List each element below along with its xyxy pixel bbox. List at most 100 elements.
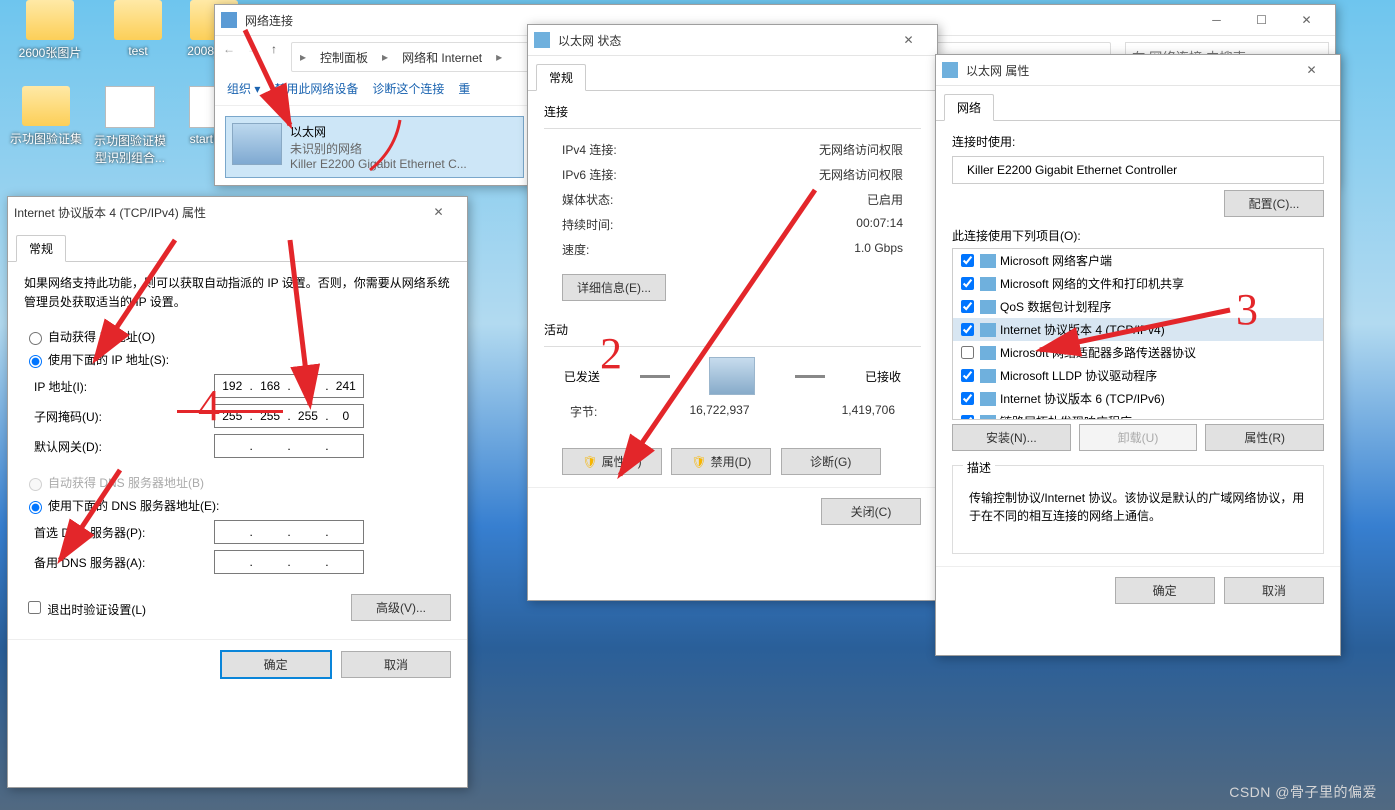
label-uses: 连接时使用: (952, 133, 1324, 150)
label-sent: 已发送 (564, 368, 600, 385)
advanced-button[interactable]: 高级(V)... (351, 594, 451, 621)
radio-auto-dns (29, 478, 42, 491)
value-ipv6: 无网络访问权限 (819, 166, 903, 183)
uninstall-button[interactable]: 卸载(U) (1079, 424, 1198, 451)
label-bytes: 字节: (570, 403, 597, 420)
protocols-list[interactable]: Microsoft 网络客户端Microsoft 网络的文件和打印机共享QoS … (952, 248, 1324, 420)
label-mask: 子网掩码(U): (24, 408, 214, 425)
adapter-desc: Killer E2200 Gigabit Ethernet C... (290, 157, 467, 171)
dns1-input[interactable]: ... (214, 520, 364, 544)
protocol-item[interactable]: Internet 协议版本 6 (TCP/IPv6) (953, 387, 1323, 410)
toolbar-diagnose[interactable]: 诊断这个连接 (372, 80, 444, 97)
label-dns2: 备用 DNS 服务器(A): (24, 554, 214, 571)
label-gateway: 默认网关(D): (24, 438, 214, 455)
label-ipv6: IPv6 连接: (562, 166, 617, 183)
mask-input[interactable]: 255.255.255.0 (214, 404, 364, 428)
ethernet-icon (232, 123, 282, 165)
window-ipv4-properties: Internet 协议版本 4 (TCP/IPv4) 属性 ✕ 常规 如果网络支… (7, 196, 468, 788)
disable-button[interactable]: 🛡禁用(D) (671, 448, 771, 475)
ethernet-adapter-card[interactable]: 以太网 未识别的网络 Killer E2200 Gigabit Ethernet… (225, 116, 524, 178)
value-media: 已启用 (867, 191, 903, 208)
network-icon (221, 12, 237, 28)
ethernet-icon (534, 32, 550, 48)
protocol-item[interactable]: QoS 数据包计划程序 (953, 295, 1323, 318)
label-auto-ip: 自动获得 IP 地址(O) (48, 328, 155, 345)
activity-icon (709, 357, 755, 395)
protocol-item[interactable]: Microsoft 网络客户端 (953, 249, 1323, 272)
tab-general[interactable]: 常规 (16, 235, 66, 262)
description-text: 传输控制协议/Internet 协议。该协议是默认的广域网络协议，用于在不同的相… (961, 481, 1315, 545)
close-button[interactable]: ✕ (416, 201, 461, 223)
install-button[interactable]: 安装(N)... (952, 424, 1071, 451)
minimize-button[interactable]: ─ (1194, 9, 1239, 31)
desktop-icon[interactable]: 示功图验证集 (8, 86, 84, 147)
section-activity: 活动 (544, 321, 921, 338)
value-bytes-recv: 1,419,706 (842, 403, 895, 420)
configure-button[interactable]: 配置(C)... (1224, 190, 1324, 217)
value-bytes-sent: 16,722,937 (597, 403, 841, 420)
desktop-icon[interactable]: 2600张图片 (12, 0, 88, 61)
radio-auto-ip[interactable] (29, 332, 42, 345)
cancel-button[interactable]: 取消 (1224, 577, 1324, 604)
label-recv: 已接收 (865, 368, 901, 385)
watermark: CSDN @骨子里的偏爱 (1229, 782, 1377, 802)
radio-use-dns[interactable] (29, 501, 42, 514)
ok-button[interactable]: 确定 (220, 650, 332, 679)
label-items: 此连接使用下列项目(O): (952, 227, 1324, 244)
gateway-input[interactable]: ... (214, 434, 364, 458)
adapter-name: 以太网 (290, 123, 467, 140)
validate-checkbox[interactable]: 退出时验证设置(L) (24, 598, 146, 618)
close-button[interactable]: ✕ (886, 29, 931, 51)
window-title: 以太网 属性 (966, 62, 1289, 79)
tab-network[interactable]: 网络 (944, 94, 994, 121)
close-button[interactable]: ✕ (1289, 59, 1334, 81)
desktop-icon[interactable]: 示功图验证模 型识别组合... (92, 86, 168, 166)
desktop-icon[interactable]: test (100, 0, 176, 58)
protocol-item[interactable]: Microsoft 网络适配器多路传送器协议 (953, 341, 1323, 364)
label-ipv4: IPv4 连接: (562, 141, 617, 158)
protocol-item[interactable]: Internet 协议版本 4 (TCP/IPv4) (953, 318, 1323, 341)
tab-general[interactable]: 常规 (536, 64, 586, 91)
nav-forward-button[interactable]: → (243, 36, 263, 72)
ethernet-icon (942, 62, 958, 78)
label-duration: 持续时间: (562, 216, 613, 233)
ip-input[interactable]: 192.168.0.241 (214, 374, 364, 398)
maximize-button[interactable]: ☐ (1239, 9, 1284, 31)
label-ip: IP 地址(I): (24, 378, 214, 395)
close-dialog-button[interactable]: 关闭(C) (821, 498, 921, 525)
value-speed: 1.0 Gbps (854, 241, 903, 258)
radio-use-ip[interactable] (29, 355, 42, 368)
label-auto-dns: 自动获得 DNS 服务器地址(B) (48, 474, 204, 491)
cancel-button[interactable]: 取消 (341, 651, 451, 678)
nav-back-button[interactable]: ← (215, 36, 243, 72)
label-dns1: 首选 DNS 服务器(P): (24, 524, 214, 541)
toolbar-disable[interactable]: 禁用此网络设备 (274, 80, 358, 97)
window-ethernet-status: 以太网 状态 ✕ 常规 连接 IPv4 连接:无网络访问权限 IPv6 连接:无… (527, 24, 938, 601)
intro-text: 如果网络支持此功能，则可以获取自动指派的 IP 设置。否则，你需要从网络系统管理… (24, 274, 451, 312)
value-ipv4: 无网络访问权限 (819, 141, 903, 158)
properties-button[interactable]: 🛡属性(P) (562, 448, 662, 475)
protocol-item[interactable]: Microsoft 网络的文件和打印机共享 (953, 272, 1323, 295)
label-use-ip: 使用下面的 IP 地址(S): (48, 351, 169, 368)
toolbar-organize[interactable]: 组织 ▾ (227, 80, 260, 97)
label-media: 媒体状态: (562, 191, 613, 208)
nav-up-button[interactable]: ↑ (263, 36, 285, 72)
dns2-input[interactable]: ... (214, 550, 364, 574)
adapter-status: 未识别的网络 (290, 140, 467, 157)
protocol-item[interactable]: Microsoft LLDP 协议驱动程序 (953, 364, 1323, 387)
diagnose-button[interactable]: 诊断(G) (781, 448, 881, 475)
adapter-name: Killer E2200 Gigabit Ethernet Controller (967, 163, 1177, 177)
value-duration: 00:07:14 (856, 216, 903, 233)
details-button[interactable]: 详细信息(E)... (562, 274, 666, 301)
window-ethernet-properties: 以太网 属性 ✕ 网络 连接时使用: Killer E2200 Gigabit … (935, 54, 1341, 656)
label-description: 描述 (963, 459, 995, 476)
ok-button[interactable]: 确定 (1115, 577, 1215, 604)
close-button[interactable]: ✕ (1284, 9, 1329, 31)
window-title: 以太网 状态 (558, 32, 886, 49)
label-speed: 速度: (562, 241, 589, 258)
properties-button[interactable]: 属性(R) (1205, 424, 1324, 451)
window-title: Internet 协议版本 4 (TCP/IPv4) 属性 (14, 204, 416, 221)
toolbar-rename[interactable]: 重 (458, 80, 470, 97)
label-use-dns: 使用下面的 DNS 服务器地址(E): (48, 497, 219, 514)
protocol-item[interactable]: 链路层拓扑发现响应程序 (953, 410, 1323, 420)
